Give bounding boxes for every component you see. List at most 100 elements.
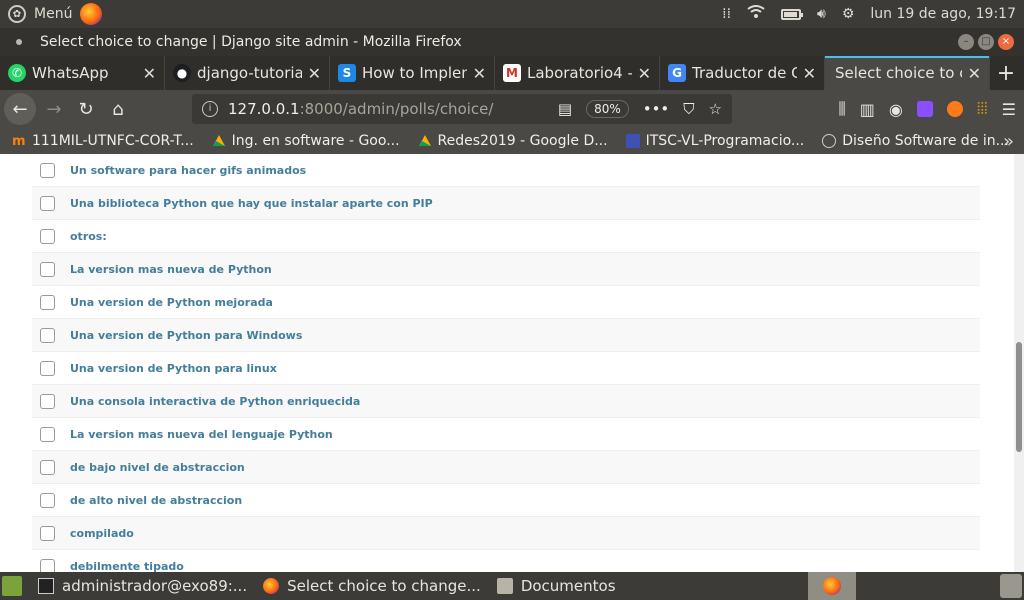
bookmark-item[interactable]: Diseño Software de in... [822,133,1009,149]
firefox-extension-icon[interactable] [946,101,963,117]
minimize-button[interactable]: – [958,34,974,50]
more-bookmarks-icon[interactable]: » [1003,131,1014,152]
tab-label: How to Impleme [362,64,467,82]
bookmark-star-icon[interactable]: ☆ [709,100,722,118]
extension-icon[interactable] [916,101,933,117]
scrollbar[interactable] [1014,154,1024,572]
choice-link[interactable]: La version mas nueva del lenguaje Python [70,428,333,441]
home-button[interactable]: ⌂ [102,99,134,120]
tab-translate[interactable]: G Traductor de Go ✕ [660,56,825,90]
close-tab-icon[interactable]: ✕ [473,64,486,83]
show-desktop-button[interactable] [2,576,22,596]
row-select-checkbox[interactable] [40,393,55,409]
close-tab-icon[interactable]: ✕ [968,64,981,83]
tab-github[interactable]: ● django-tutorial- ✕ [165,56,330,90]
tab-gmail[interactable]: M Laboratorio4 - j ✕ [495,56,660,90]
ubuntu-icon: ✿ [8,5,26,23]
close-tab-icon[interactable]: ✕ [143,64,156,83]
url-bar[interactable]: i 127.0.0.1 :8000/admin/polls/choice/ ▤ … [192,94,732,124]
volume-icon[interactable]: 🔊︎ [817,6,826,22]
choice-link[interactable]: Una version de Python para linux [70,362,277,375]
row-select-checkbox[interactable] [40,558,55,572]
datetime[interactable]: lun 19 de ago, 19:17 [870,6,1016,22]
bookmarks-toolbar: m 111MIL-UTNFC-COR-T... Ing. en software… [0,128,1024,154]
grid-extension-icon[interactable]: ⦙⦙⦙ [977,99,988,119]
taskbar-firefox[interactable]: Select choice to change... [263,577,481,595]
row-select-checkbox[interactable] [40,459,55,475]
bookmark-item[interactable]: Ing. en software - Goo... [212,133,400,149]
choice-link[interactable]: Una biblioteca Python que hay que instal… [70,197,433,210]
choice-link[interactable]: Una version de Python mejorada [70,296,273,309]
github-icon: ● [173,64,191,82]
table-row: debilmente tipado [32,550,980,572]
row-select-checkbox[interactable] [40,195,55,211]
dots-icon[interactable]: ⁞⁞ [722,6,731,22]
forward-button[interactable]: → [38,99,70,120]
pocket-icon[interactable]: ⛉ [683,100,694,118]
table-row: de alto nivel de abstraccion [32,484,980,517]
choice-link[interactable]: de alto nivel de abstraccion [70,494,242,507]
new-tab-button[interactable]: + [990,56,1022,90]
scrollbar-thumb[interactable] [1016,342,1022,452]
os-top-panel: ✿ Menú ⁞⁞ 🔊︎ ⚙ lun 19 de ago, 19:17 [0,0,1024,28]
page-actions-icon[interactable]: ••• [643,100,670,118]
row-select-checkbox[interactable] [40,327,55,343]
zoom-level[interactable]: 80% [586,100,629,118]
choice-link[interactable]: Una consola interactiva de Python enriqu… [70,395,360,408]
tab-label: django-tutorial- [197,64,302,82]
close-tab-icon[interactable]: ✕ [803,64,816,83]
site-info-icon[interactable]: i [202,101,218,117]
row-select-checkbox[interactable] [40,492,55,508]
firefox-launcher-icon[interactable] [80,3,103,25]
library-icon[interactable]: ⫼ [838,99,845,119]
close-window-button[interactable]: × [998,34,1014,50]
translate-icon: G [668,64,686,82]
app-menu[interactable]: ✿ Menú [8,5,72,23]
table-row: Una version de Python mejorada [32,286,980,319]
row-select-checkbox[interactable] [40,162,55,178]
row-select-checkbox[interactable] [40,360,55,376]
moodle-icon: m [12,134,26,149]
table-row: otros: [32,220,980,253]
workspace-firefox-button[interactable] [808,572,856,600]
maximize-button[interactable]: □ [978,34,994,50]
account-icon[interactable]: ◉ [889,100,903,119]
row-select-checkbox[interactable] [40,426,55,442]
battery-icon[interactable] [781,8,804,20]
bookmark-item[interactable]: ITSC-VL-Programacio... [625,133,804,149]
taskbar-firefox-label: Select choice to change... [287,577,481,595]
row-select-checkbox[interactable] [40,294,55,310]
taskbar-files-label: Documentos [520,577,616,595]
wifi-icon[interactable] [747,5,765,23]
app-menu-label: Menú [34,6,73,22]
bookmark-item[interactable]: Redes2019 - Google D... [418,133,608,149]
sidebar-icon[interactable]: ▥ [860,100,875,119]
row-select-checkbox[interactable] [40,261,55,277]
folder-icon [496,578,513,594]
row-select-checkbox[interactable] [40,525,55,541]
tab-how-to[interactable]: S How to Impleme ✕ [330,56,495,90]
reader-view-icon[interactable]: ▤ [558,100,572,118]
back-button[interactable]: ← [4,93,36,125]
close-tab-icon[interactable]: ✕ [638,64,651,83]
taskbar-files[interactable]: Documentos [496,577,616,595]
choice-link[interactable]: compilado [70,527,134,540]
settings-gear-icon[interactable]: ⚙ [842,6,855,22]
row-select-checkbox[interactable] [40,228,55,244]
hamburger-menu-icon[interactable]: ☰ [1002,100,1016,119]
taskbar-terminal[interactable]: administrador@exo89:... [38,577,247,595]
trash-icon[interactable] [1000,574,1022,598]
choice-link[interactable]: debilmente tipado [70,560,184,573]
tab-whatsapp[interactable]: ✆ WhatsApp ✕ [0,56,165,90]
tab-strip: ✆ WhatsApp ✕ ● django-tutorial- ✕ S How … [0,56,1024,90]
tab-select-choice[interactable]: Select choice to cha ✕ [825,56,990,90]
choice-link[interactable]: de bajo nivel de abstraccion [70,461,245,474]
close-tab-icon[interactable]: ✕ [308,64,321,83]
table-row: Un software para hacer gifs animados [32,154,980,187]
bookmark-item[interactable]: m 111MIL-UTNFC-COR-T... [12,133,194,149]
choice-link[interactable]: La version mas nueva de Python [70,263,272,276]
choice-link[interactable]: Un software para hacer gifs animados [70,164,306,177]
choice-link[interactable]: otros: [70,230,107,243]
reload-button[interactable]: ↻ [70,99,102,120]
choice-link[interactable]: Una version de Python para Windows [70,329,302,342]
